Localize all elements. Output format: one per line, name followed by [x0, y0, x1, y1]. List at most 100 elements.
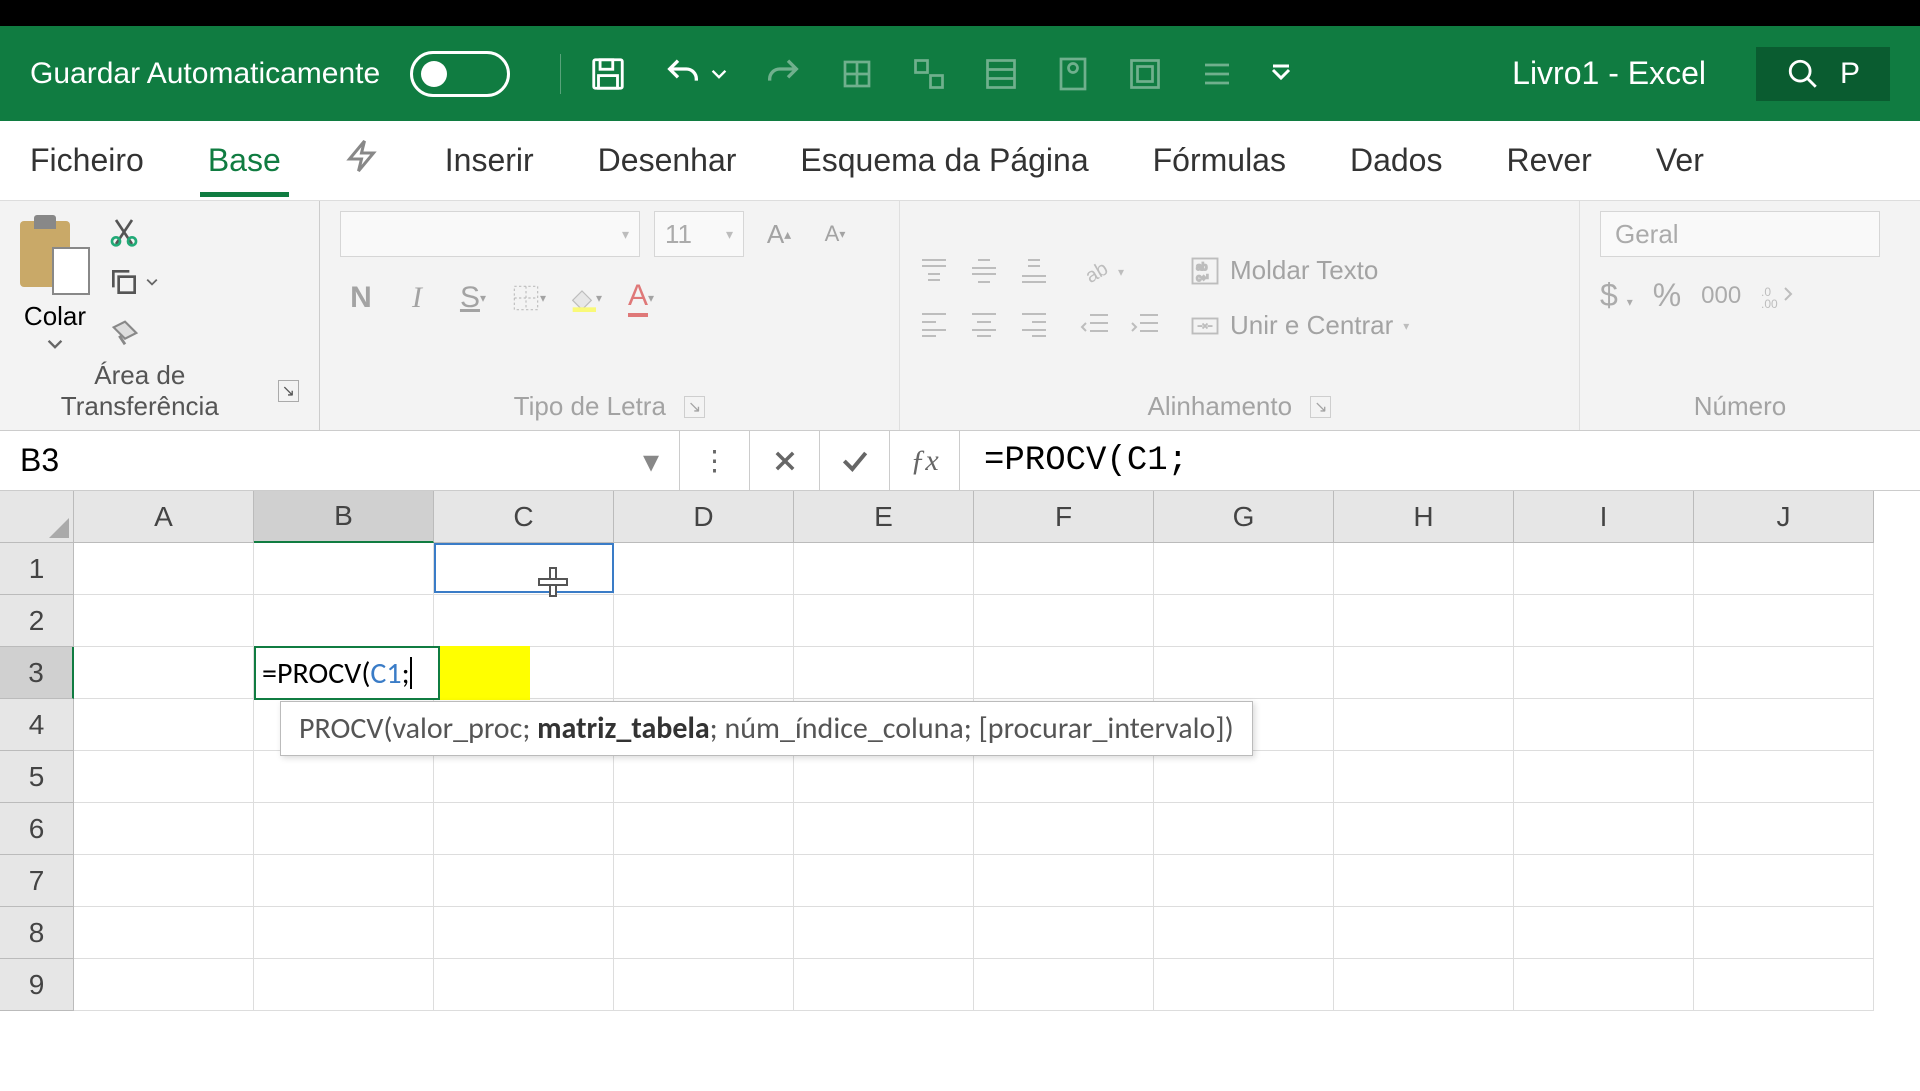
decrease-font-icon[interactable]: A▾	[814, 213, 856, 255]
number-format-select[interactable]: Geral	[1600, 211, 1880, 257]
tab-file[interactable]: Ficheiro	[22, 130, 152, 191]
tab-data[interactable]: Dados	[1342, 130, 1451, 191]
align-top-icon[interactable]	[920, 258, 952, 286]
align-center-icon[interactable]	[970, 310, 1002, 338]
name-box-dropdown-icon[interactable]: ▾	[643, 442, 659, 480]
redo-icon[interactable]	[763, 54, 803, 94]
cut-icon[interactable]	[108, 216, 140, 248]
function-tooltip[interactable]: PROCV(valor_proc; matriz_tabela; núm_índ…	[280, 701, 1253, 756]
alignment-launcher-icon[interactable]: ↘	[1310, 396, 1331, 418]
search-box[interactable]: P	[1756, 47, 1890, 101]
qat-icon-5[interactable]	[1127, 56, 1163, 92]
title-bar: Guardar Automaticamente Livro1 - Excel P	[0, 26, 1920, 121]
percent-button[interactable]: %	[1653, 277, 1681, 314]
italic-button[interactable]: I	[396, 277, 438, 319]
decrease-indent-icon[interactable]	[1080, 311, 1112, 339]
copy-button[interactable]	[108, 266, 158, 298]
qat-icon-6[interactable]	[1199, 56, 1235, 92]
align-right-icon[interactable]	[1020, 310, 1052, 338]
row-header-8[interactable]: 8	[0, 907, 74, 959]
document-title: Livro1 - Excel	[1512, 55, 1706, 92]
enter-formula-button[interactable]	[820, 431, 890, 490]
format-painter-icon[interactable]	[108, 316, 142, 350]
orientation-button[interactable]: ab ▾	[1080, 257, 1162, 287]
row-header-1[interactable]: 1	[0, 543, 74, 595]
qat-icon-3[interactable]	[983, 56, 1019, 92]
increase-font-icon[interactable]: A▴	[758, 213, 800, 255]
edit-ref: C1	[370, 655, 401, 692]
spreadsheet-grid[interactable]: A B C D E F G H I J 1 2 3 4 5 6 7 8 9 =P	[0, 491, 1920, 1091]
paste-icon[interactable]	[20, 215, 90, 295]
formula-bar-more-icon[interactable]: ⋮	[680, 431, 750, 490]
font-color-button[interactable]: A ▾	[620, 277, 662, 319]
tab-page-layout[interactable]: Esquema da Página	[792, 130, 1096, 191]
col-header-I[interactable]: I	[1514, 491, 1694, 543]
col-header-G[interactable]: G	[1154, 491, 1334, 543]
col-header-B[interactable]: B	[254, 491, 434, 543]
undo-icon[interactable]	[663, 54, 703, 94]
name-box[interactable]: B3 ▾	[0, 431, 680, 490]
tooltip-arg2[interactable]: matriz_tabela	[537, 710, 710, 747]
group-number-label: Número	[1694, 391, 1786, 422]
window-top-black-bar	[0, 0, 1920, 26]
underline-button[interactable]: S ▾	[452, 277, 494, 319]
merge-center-button[interactable]: Unir e Centrar ▾	[1190, 310, 1409, 341]
font-size-select[interactable]: 11▾	[654, 211, 744, 257]
clipboard-launcher-icon[interactable]: ↘	[278, 380, 299, 402]
autosave-toggle[interactable]	[410, 51, 510, 97]
row-header-6[interactable]: 6	[0, 803, 74, 855]
tab-lightning-icon[interactable]	[337, 126, 389, 195]
row-header-7[interactable]: 7	[0, 855, 74, 907]
qat-icon-4[interactable]	[1055, 56, 1091, 92]
save-icon[interactable]	[589, 55, 627, 93]
font-launcher-icon[interactable]: ↘	[684, 396, 705, 418]
col-header-J[interactable]: J	[1694, 491, 1874, 543]
paste-label[interactable]: Colar	[24, 301, 86, 332]
insert-function-button[interactable]: ƒx	[890, 431, 960, 490]
formula-input[interactable]: =PROCV(C1;	[960, 431, 1920, 490]
qat-icon-2[interactable]	[911, 56, 947, 92]
increase-decimal-icon[interactable]: .0.00	[1761, 282, 1795, 310]
tab-draw[interactable]: Desenhar	[590, 130, 745, 191]
fill-color-button[interactable]: ▾	[564, 277, 606, 319]
qat-icon-1[interactable]	[839, 56, 875, 92]
edit-suffix: ;	[402, 655, 410, 692]
row-header-3[interactable]: 3	[0, 647, 74, 699]
tooltip-arg1[interactable]: valor_proc	[392, 710, 522, 747]
tooltip-arg3[interactable]: núm_índice_coluna	[724, 710, 963, 747]
row-header-5[interactable]: 5	[0, 751, 74, 803]
cancel-formula-button[interactable]	[750, 431, 820, 490]
comma-button[interactable]: 000	[1701, 282, 1741, 310]
wrap-text-button[interactable]: abc↵ Moldar Texto	[1190, 255, 1409, 286]
currency-button[interactable]: $ ▾	[1600, 277, 1633, 314]
col-header-E[interactable]: E	[794, 491, 974, 543]
font-name-select[interactable]: ▾	[340, 211, 640, 257]
align-bottom-icon[interactable]	[1020, 258, 1052, 286]
tab-view[interactable]: Ver	[1648, 130, 1712, 191]
col-header-D[interactable]: D	[614, 491, 794, 543]
tab-home[interactable]: Base	[200, 130, 289, 191]
tab-review[interactable]: Rever	[1498, 130, 1599, 191]
row-header-4[interactable]: 4	[0, 699, 74, 751]
cells-area[interactable]	[74, 543, 1874, 1011]
select-all-corner[interactable]	[0, 491, 74, 543]
tab-insert[interactable]: Inserir	[437, 130, 542, 191]
svg-text:ab: ab	[1082, 258, 1110, 287]
align-middle-icon[interactable]	[970, 258, 1002, 286]
col-header-A[interactable]: A	[74, 491, 254, 543]
increase-indent-icon[interactable]	[1130, 311, 1162, 339]
bold-button[interactable]: N	[340, 277, 382, 319]
undo-dropdown-icon[interactable]	[711, 66, 727, 82]
row-header-9[interactable]: 9	[0, 959, 74, 1011]
paste-dropdown-icon[interactable]	[47, 338, 63, 350]
borders-button[interactable]: ▾	[508, 277, 550, 319]
qat-customize-icon[interactable]	[1271, 64, 1291, 84]
col-header-C[interactable]: C	[434, 491, 614, 543]
tab-formulas[interactable]: Fórmulas	[1145, 130, 1294, 191]
align-left-icon[interactable]	[920, 310, 952, 338]
col-header-H[interactable]: H	[1334, 491, 1514, 543]
active-cell-B3[interactable]: =PROCV(C1;	[254, 646, 440, 700]
tooltip-arg4[interactable]: [procurar_intervalo]	[979, 710, 1225, 747]
row-header-2[interactable]: 2	[0, 595, 74, 647]
col-header-F[interactable]: F	[974, 491, 1154, 543]
